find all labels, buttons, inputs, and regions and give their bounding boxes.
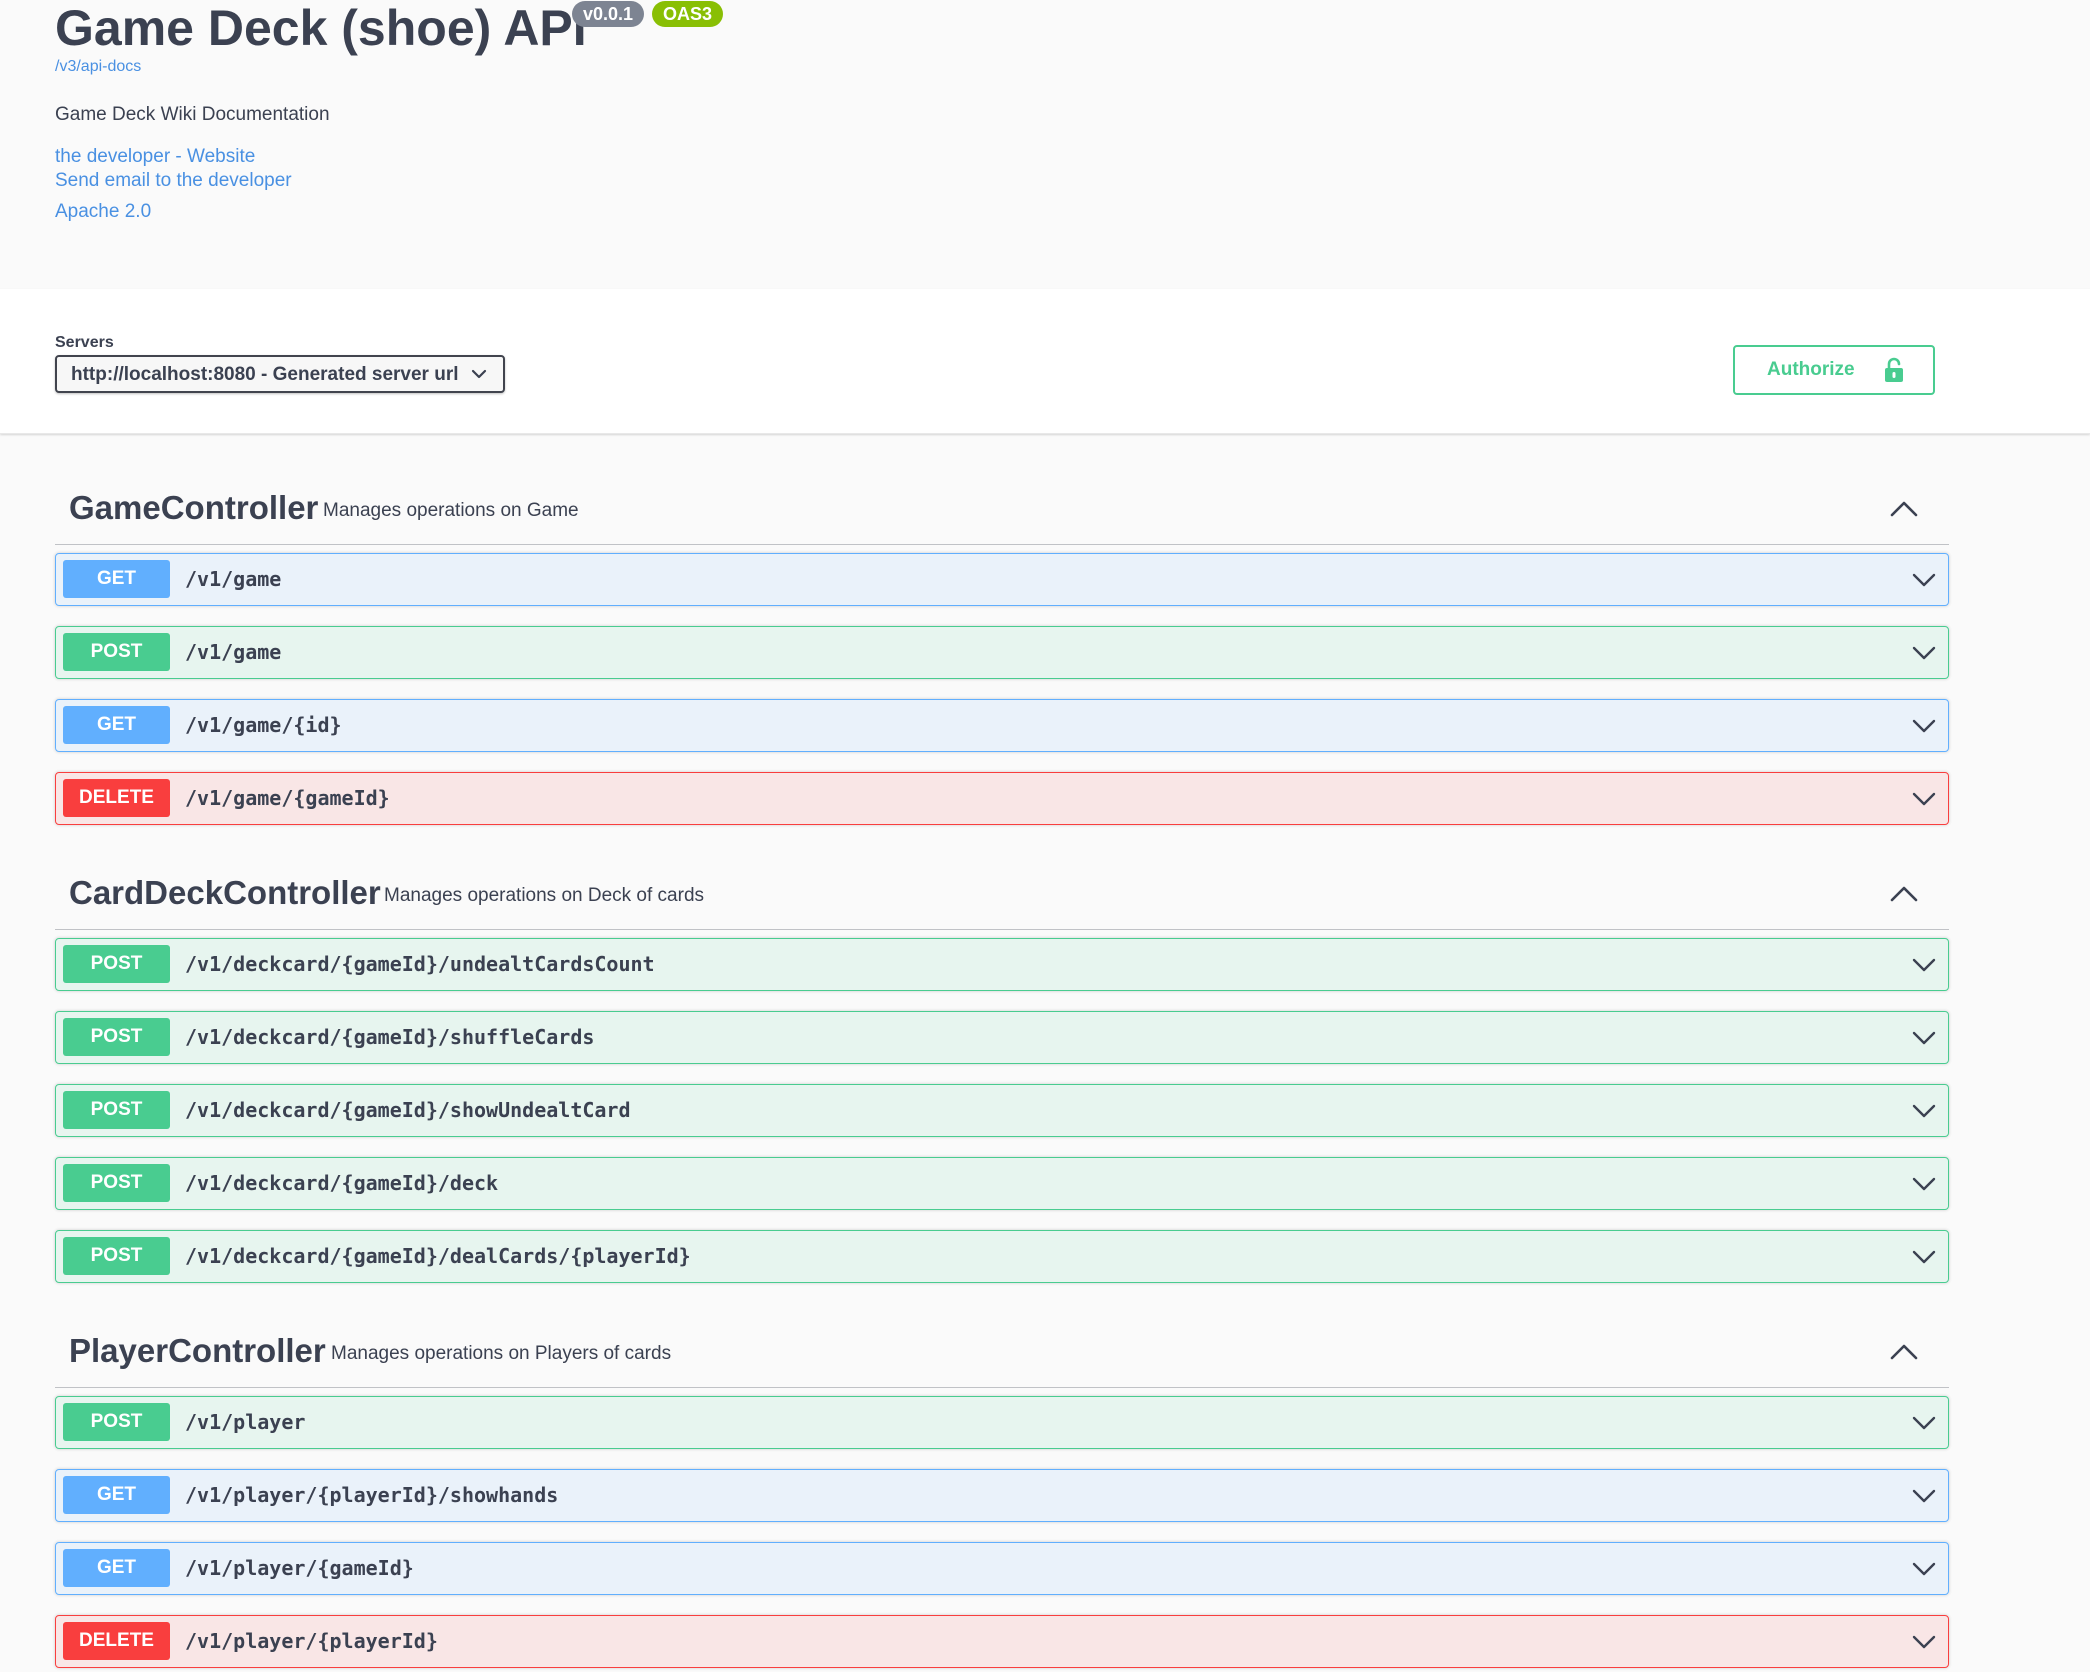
scheme-container: Servers http://localhost:8080 - Generate…	[0, 289, 2090, 434]
chevron-down-icon[interactable]	[1911, 1632, 1937, 1652]
operation-delete-player-playerid[interactable]: DELETE /v1/player/{playerId}	[55, 1615, 1949, 1668]
method-badge: POST	[63, 1018, 170, 1056]
operation-get-v1-game-id[interactable]: GET /v1/game/{id}	[55, 699, 1949, 752]
method-badge: POST	[63, 1237, 170, 1275]
method-badge: GET	[63, 560, 170, 598]
tag-description: Manages operations on Players of cards	[331, 1343, 672, 1364]
chevron-up-icon[interactable]	[1887, 1338, 1921, 1366]
operation-delete-v1-game-gameid[interactable]: DELETE /v1/game/{gameId}	[55, 772, 1949, 825]
tag-description: Manages operations on Deck of cards	[384, 885, 705, 906]
method-badge: GET	[63, 706, 170, 744]
authorize-label: Authorize	[1767, 359, 1855, 380]
tag-name: GameController	[69, 489, 319, 526]
operation-path: /v1/deckcard/{gameId}/dealCards/{playerI…	[185, 1244, 691, 1268]
chevron-down-icon[interactable]	[1911, 1413, 1937, 1433]
operation-path: /v1/deckcard/{gameId}/undealtCardsCount	[185, 952, 655, 976]
chevron-down-icon[interactable]	[1911, 1247, 1937, 1267]
api-info: Game Deck (shoe) API v0.0.1 OAS3 /v3/api…	[0, 0, 2090, 289]
chevron-down-icon[interactable]	[1911, 570, 1937, 590]
operation-post-v1-game[interactable]: POST /v1/game	[55, 626, 1949, 679]
chevron-up-icon[interactable]	[1887, 495, 1921, 523]
method-badge: DELETE	[63, 1622, 170, 1660]
chevron-down-icon[interactable]	[1911, 716, 1937, 736]
operation-path: /v1/game/{gameId}	[185, 786, 390, 810]
method-badge: POST	[63, 1403, 170, 1441]
chevron-down-icon[interactable]	[1911, 1486, 1937, 1506]
operation-get-v1-game[interactable]: GET /v1/game	[55, 553, 1949, 606]
method-badge: POST	[63, 945, 170, 983]
tag-header-game-controller[interactable]: GameController Manages operations on Gam…	[55, 475, 1949, 545]
version-badge: v0.0.1	[572, 1, 645, 27]
method-badge: POST	[63, 1091, 170, 1129]
chevron-down-icon[interactable]	[1911, 1559, 1937, 1579]
chevron-down-icon[interactable]	[1911, 955, 1937, 975]
api-title: Game Deck (shoe) API	[55, 0, 587, 56]
operation-path: /v1/game	[185, 640, 282, 664]
operation-get-player-gameid[interactable]: GET /v1/player/{gameId}	[55, 1542, 1949, 1595]
tag-description: Manages operations on Game	[323, 500, 579, 521]
operation-path: /v1/game/{id}	[185, 713, 342, 737]
tag-name: CardDeckController	[69, 874, 381, 911]
servers-label: Servers	[55, 334, 114, 351]
chevron-down-icon[interactable]	[1911, 1101, 1937, 1121]
tag-name: PlayerController	[69, 1332, 326, 1369]
method-badge: GET	[63, 1549, 170, 1587]
operation-path: /v1/player	[185, 1410, 306, 1434]
method-badge: GET	[63, 1476, 170, 1514]
chevron-down-icon[interactable]	[1911, 1174, 1937, 1194]
operation-post-show-undealt-card[interactable]: POST /v1/deckcard/{gameId}/showUndealtCa…	[55, 1084, 1949, 1137]
oas-badge: OAS3	[652, 1, 724, 27]
authorize-button[interactable]: Authorize	[1733, 345, 1935, 395]
unlocked-padlock-icon	[1885, 357, 1903, 382]
operation-path: /v1/game	[185, 567, 282, 591]
tag-header-card-deck-controller[interactable]: CardDeckController Manages operations on…	[55, 860, 1949, 930]
operation-path: /v1/deckcard/{gameId}/shuffleCards	[185, 1025, 595, 1049]
operation-get-player-showhands[interactable]: GET /v1/player/{playerId}/showhands	[55, 1469, 1949, 1522]
operation-post-shuffle-cards[interactable]: POST /v1/deckcard/{gameId}/shuffleCards	[55, 1011, 1949, 1064]
operation-post-v1-player[interactable]: POST /v1/player	[55, 1396, 1949, 1449]
method-badge: DELETE	[63, 779, 170, 817]
method-badge: POST	[63, 633, 170, 671]
chevron-up-icon[interactable]	[1887, 880, 1921, 908]
developer-website-link[interactable]: the developer - Website	[55, 146, 255, 168]
chevron-down-icon[interactable]	[1911, 1028, 1937, 1048]
operation-post-deck[interactable]: POST /v1/deckcard/{gameId}/deck	[55, 1157, 1949, 1210]
operation-post-deal-cards[interactable]: POST /v1/deckcard/{gameId}/dealCards/{pl…	[55, 1230, 1949, 1283]
tag-header-player-controller[interactable]: PlayerController Manages operations on P…	[55, 1318, 1949, 1388]
chevron-down-icon[interactable]	[1911, 643, 1937, 663]
server-select-value: http://localhost:8080 - Generated server…	[71, 364, 459, 385]
chevron-down-icon	[471, 369, 487, 379]
developer-email-link[interactable]: Send email to the developer	[55, 170, 292, 192]
operation-path: /v1/player/{playerId}	[185, 1629, 438, 1653]
server-select[interactable]: http://localhost:8080 - Generated server…	[55, 355, 505, 393]
license-link[interactable]: Apache 2.0	[55, 201, 151, 223]
api-description: Game Deck Wiki Documentation	[55, 104, 330, 125]
operation-post-undealt-cards-count[interactable]: POST /v1/deckcard/{gameId}/undealtCardsC…	[55, 938, 1949, 991]
operation-path: /v1/deckcard/{gameId}/deck	[185, 1171, 499, 1195]
operation-path: /v1/deckcard/{gameId}/showUndealtCard	[185, 1098, 631, 1122]
operation-path: /v1/player/{playerId}/showhands	[185, 1483, 559, 1507]
operation-path: /v1/player/{gameId}	[185, 1556, 414, 1580]
chevron-down-icon[interactable]	[1911, 789, 1937, 809]
method-badge: POST	[63, 1164, 170, 1202]
api-docs-link[interactable]: /v3/api-docs	[55, 58, 141, 76]
